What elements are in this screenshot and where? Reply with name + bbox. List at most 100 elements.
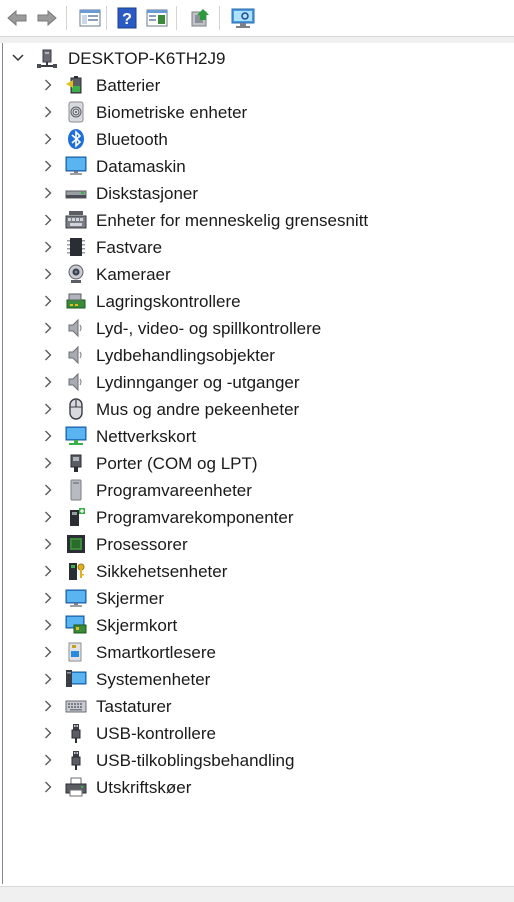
- tree-item[interactable]: Enheter for menneskelig grensesnitt: [3, 207, 513, 234]
- tree-item[interactable]: Mus og andre pekeenheter: [3, 396, 513, 423]
- tree-item[interactable]: Biometriske enheter: [3, 99, 513, 126]
- chevron-right-icon[interactable]: [41, 618, 55, 632]
- chevron-right-icon[interactable]: [41, 186, 55, 200]
- chevron-right-icon[interactable]: [41, 321, 55, 335]
- tree-item-label: Kameraer: [96, 265, 171, 284]
- tree-item[interactable]: Systemenheter: [3, 666, 513, 693]
- chevron-right-icon[interactable]: [41, 672, 55, 686]
- tree-item[interactable]: Smartkortlesere: [3, 639, 513, 666]
- forward-arrow-icon[interactable]: [34, 5, 60, 31]
- tree-item[interactable]: Sikkehetsenheter: [3, 558, 513, 585]
- tree-item[interactable]: Programvareenheter: [3, 477, 513, 504]
- tree-item-label: Enheter for menneskelig grensesnitt: [96, 211, 369, 230]
- device-tree: DESKTOP-K6TH2J9 Batterier Biometriske enh…: [2, 43, 514, 884]
- chevron-right-icon[interactable]: [41, 132, 55, 146]
- svg-text:?: ?: [122, 11, 132, 28]
- tree-item[interactable]: Nettverkskort: [3, 423, 513, 450]
- scan-hardware-icon[interactable]: [230, 5, 256, 31]
- chevron-right-icon[interactable]: [41, 78, 55, 92]
- tree-item[interactable]: Prosessorer: [3, 531, 513, 558]
- chevron-right-icon[interactable]: [41, 402, 55, 416]
- tree-item[interactable]: USB-tilkoblingsbehandling: [3, 747, 513, 774]
- tree-root-label: DESKTOP-K6TH2J9: [68, 49, 226, 68]
- tree-item-label: Smartkortlesere: [96, 643, 216, 662]
- disk-drive-icon: [65, 182, 87, 204]
- chevron-right-icon[interactable]: [41, 348, 55, 362]
- monitor-icon: [65, 155, 87, 177]
- tree-item[interactable]: Lydbehandlingsobjekter: [3, 342, 513, 369]
- firmware-chip-icon: [65, 236, 87, 258]
- status-bar: [0, 886, 514, 902]
- tree-item[interactable]: Skjermer: [3, 585, 513, 612]
- help-icon[interactable]: ?: [114, 5, 140, 31]
- chevron-right-icon[interactable]: [41, 699, 55, 713]
- network-adapter-icon: [65, 425, 87, 447]
- mouse-icon: [65, 398, 87, 420]
- speaker-icon: [65, 371, 87, 393]
- chevron-right-icon[interactable]: [41, 429, 55, 443]
- tree-item[interactable]: Utskriftskøer: [3, 774, 513, 801]
- tree-root[interactable]: DESKTOP-K6TH2J9: [3, 45, 513, 72]
- chevron-right-icon[interactable]: [41, 213, 55, 227]
- tree-item-label: Prosessorer: [96, 535, 188, 554]
- tree-item-label: Skjermer: [96, 589, 165, 608]
- properties-icon[interactable]: [77, 5, 103, 31]
- update-driver-icon[interactable]: [187, 5, 213, 31]
- chevron-right-icon[interactable]: [41, 159, 55, 173]
- tree-item[interactable]: Lagringskontrollere: [3, 288, 513, 315]
- chevron-right-icon[interactable]: [41, 564, 55, 578]
- tree-item-label: Diskstasjoner: [96, 184, 199, 203]
- tree-item-label: Lyd-, video- og spillkontrollere: [96, 319, 322, 338]
- tree-item[interactable]: Programvarekomponenter: [3, 504, 513, 531]
- tree-item[interactable]: Tastaturer: [3, 693, 513, 720]
- tree-item[interactable]: Fastvare: [3, 234, 513, 261]
- toolbar-separator: [219, 6, 220, 30]
- chevron-right-icon[interactable]: [41, 483, 55, 497]
- chevron-down-icon[interactable]: [11, 51, 25, 65]
- toolbar-separator: [106, 6, 107, 30]
- chevron-right-icon[interactable]: [41, 375, 55, 389]
- tree-item[interactable]: Datamaskin: [3, 153, 513, 180]
- webcam-icon: [65, 263, 87, 285]
- chevron-right-icon[interactable]: [41, 753, 55, 767]
- chevron-right-icon[interactable]: [41, 645, 55, 659]
- software-device-icon: [65, 479, 87, 501]
- chevron-right-icon[interactable]: [41, 267, 55, 281]
- computer-network-icon: [36, 48, 58, 70]
- tree-item-label: Porter (COM og LPT): [96, 454, 258, 473]
- chevron-right-icon[interactable]: [41, 105, 55, 119]
- tree-item[interactable]: Skjermkort: [3, 612, 513, 639]
- software-component-icon: [65, 506, 87, 528]
- toolbar: ?: [0, 0, 514, 36]
- tree-item[interactable]: Lyd-, video- og spillkontrollere: [3, 315, 513, 342]
- speaker-icon: [65, 344, 87, 366]
- chevron-right-icon[interactable]: [41, 726, 55, 740]
- chevron-right-icon[interactable]: [41, 294, 55, 308]
- toolbar-separator: [66, 6, 67, 30]
- chevron-right-icon[interactable]: [41, 780, 55, 794]
- tree-item[interactable]: USB-kontrollere: [3, 720, 513, 747]
- tree-item-label: Tastaturer: [96, 697, 172, 716]
- printer-icon: [65, 776, 87, 798]
- tree-item[interactable]: Porter (COM og LPT): [3, 450, 513, 477]
- tree-item[interactable]: Batterier: [3, 72, 513, 99]
- tree-item[interactable]: Lydinnganger og -utganger: [3, 369, 513, 396]
- security-key-icon: [65, 560, 87, 582]
- tree-item[interactable]: Bluetooth: [3, 126, 513, 153]
- chevron-right-icon[interactable]: [41, 591, 55, 605]
- tree-item[interactable]: Diskstasjoner: [3, 180, 513, 207]
- chevron-right-icon[interactable]: [41, 456, 55, 470]
- tree-item-label: Programvareenheter: [96, 481, 252, 500]
- chevron-right-icon[interactable]: [41, 537, 55, 551]
- show-hide-console-tree-icon[interactable]: [144, 5, 170, 31]
- tree-item-label: USB-kontrollere: [96, 724, 216, 743]
- chevron-right-icon[interactable]: [41, 510, 55, 524]
- chevron-right-icon[interactable]: [41, 240, 55, 254]
- back-arrow-icon[interactable]: [4, 5, 30, 31]
- tree-item-label: Biometriske enheter: [96, 103, 248, 122]
- tree-item-label: Programvarekomponenter: [96, 508, 294, 527]
- tree-item-label: Nettverkskort: [96, 427, 197, 446]
- tree-item[interactable]: Kameraer: [3, 261, 513, 288]
- tree-item-label: Bluetooth: [96, 130, 168, 149]
- display-adapter-icon: [65, 614, 87, 636]
